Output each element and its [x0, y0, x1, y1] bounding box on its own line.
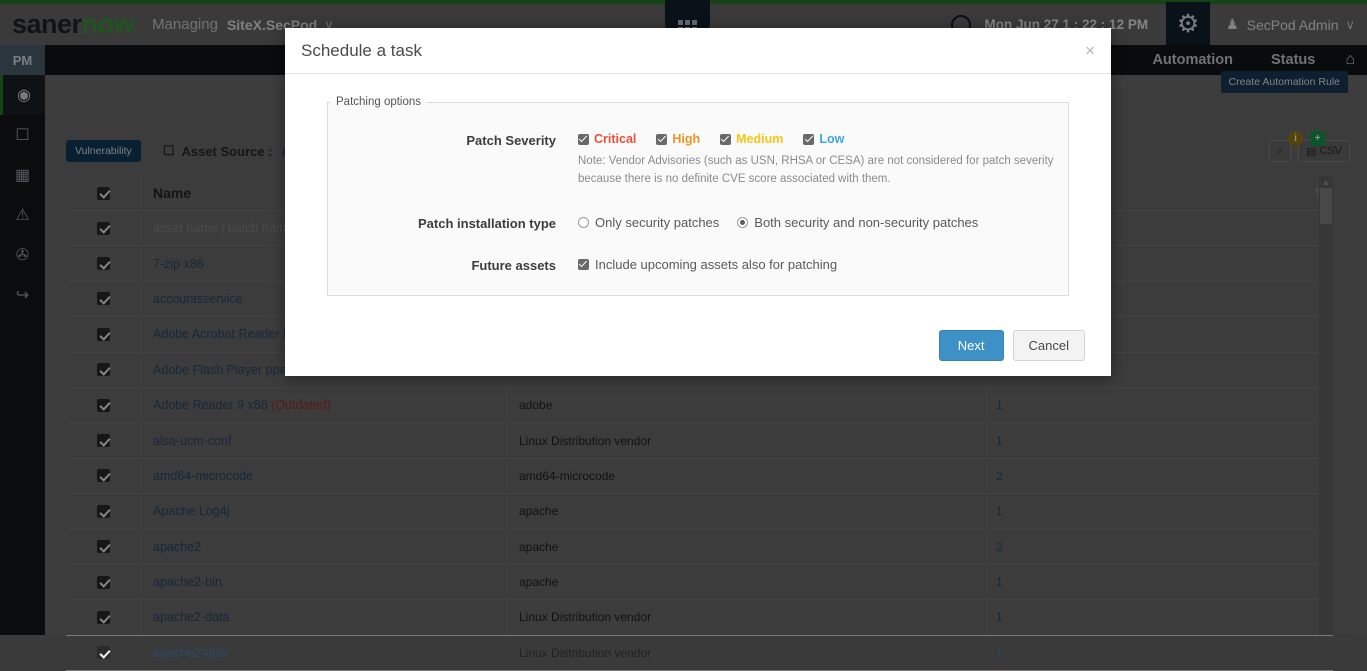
next-button[interactable]: Next [939, 330, 1004, 361]
severity-label: High [672, 132, 700, 146]
severity-checkbox-group: Critical High Medium Low [578, 132, 1068, 146]
dialog-footer: Next Cancel [285, 314, 1111, 376]
dialog-header: Schedule a task × [285, 28, 1111, 74]
patch-name-link[interactable]: apache2-utils [153, 646, 227, 660]
cell-count: 1 [986, 646, 1333, 660]
future-assets-label: Future assets [328, 257, 578, 273]
dialog-body: Patching options Patch Severity Critical… [285, 74, 1111, 296]
patching-options-legend: Patching options [330, 96, 427, 108]
checkbox-checked-icon [578, 134, 589, 145]
checkbox-checked-icon [803, 134, 814, 145]
future-assets-option-label: Include upcoming assets also for patchin… [595, 257, 837, 272]
patching-options-group: Patching options Patch Severity Critical… [327, 96, 1069, 296]
radio-label: Both security and non-security patches [754, 215, 978, 230]
cell-name[interactable]: apache2-utils [141, 644, 506, 662]
table-row[interactable]: apache2-utils Linux Distribution vendor1 [66, 636, 1333, 671]
patch-severity-label: Patch Severity [328, 132, 578, 148]
install-type-radio-group: Only security patches Both security and … [578, 215, 1068, 230]
checkbox-checked-icon [720, 134, 731, 145]
severity-note: Note: Vendor Advisories (such as USN, RH… [578, 153, 1060, 189]
radio-both-security-and-non-security-patches[interactable]: Both security and non-security patches [737, 215, 978, 230]
future-assets-row: Future assets Include upcoming assets al… [328, 257, 1068, 273]
row-checkbox[interactable] [66, 646, 141, 659]
severity-checkbox-low[interactable]: Low [803, 132, 844, 146]
install-type-row: Patch installation type Only security pa… [328, 215, 1068, 231]
radio-selected-icon [737, 217, 748, 228]
close-icon[interactable]: × [1085, 41, 1095, 61]
radio-unselected-icon [578, 217, 589, 228]
schedule-task-dialog: Schedule a task × Patching options Patch… [285, 28, 1111, 376]
install-type-label: Patch installation type [328, 215, 578, 231]
radio-only-security-patches[interactable]: Only security patches [578, 215, 719, 230]
severity-checkbox-critical[interactable]: Critical [578, 132, 636, 146]
severity-checkbox-medium[interactable]: Medium [720, 132, 783, 146]
radio-label: Only security patches [595, 215, 719, 230]
severity-label: Critical [594, 132, 636, 146]
patch-severity-row: Patch Severity Critical High Medium Low … [328, 132, 1068, 189]
cell-vendor: Linux Distribution vendor [506, 646, 986, 660]
checkbox-checked-icon [656, 134, 667, 145]
severity-checkbox-high[interactable]: High [656, 132, 700, 146]
severity-label: Low [819, 132, 844, 146]
checkbox-checked-icon [578, 259, 589, 270]
cancel-button[interactable]: Cancel [1013, 330, 1085, 361]
severity-label: Medium [736, 132, 783, 146]
dialog-title: Schedule a task [301, 41, 422, 61]
future-assets-checkbox[interactable]: Include upcoming assets also for patchin… [578, 257, 1068, 272]
